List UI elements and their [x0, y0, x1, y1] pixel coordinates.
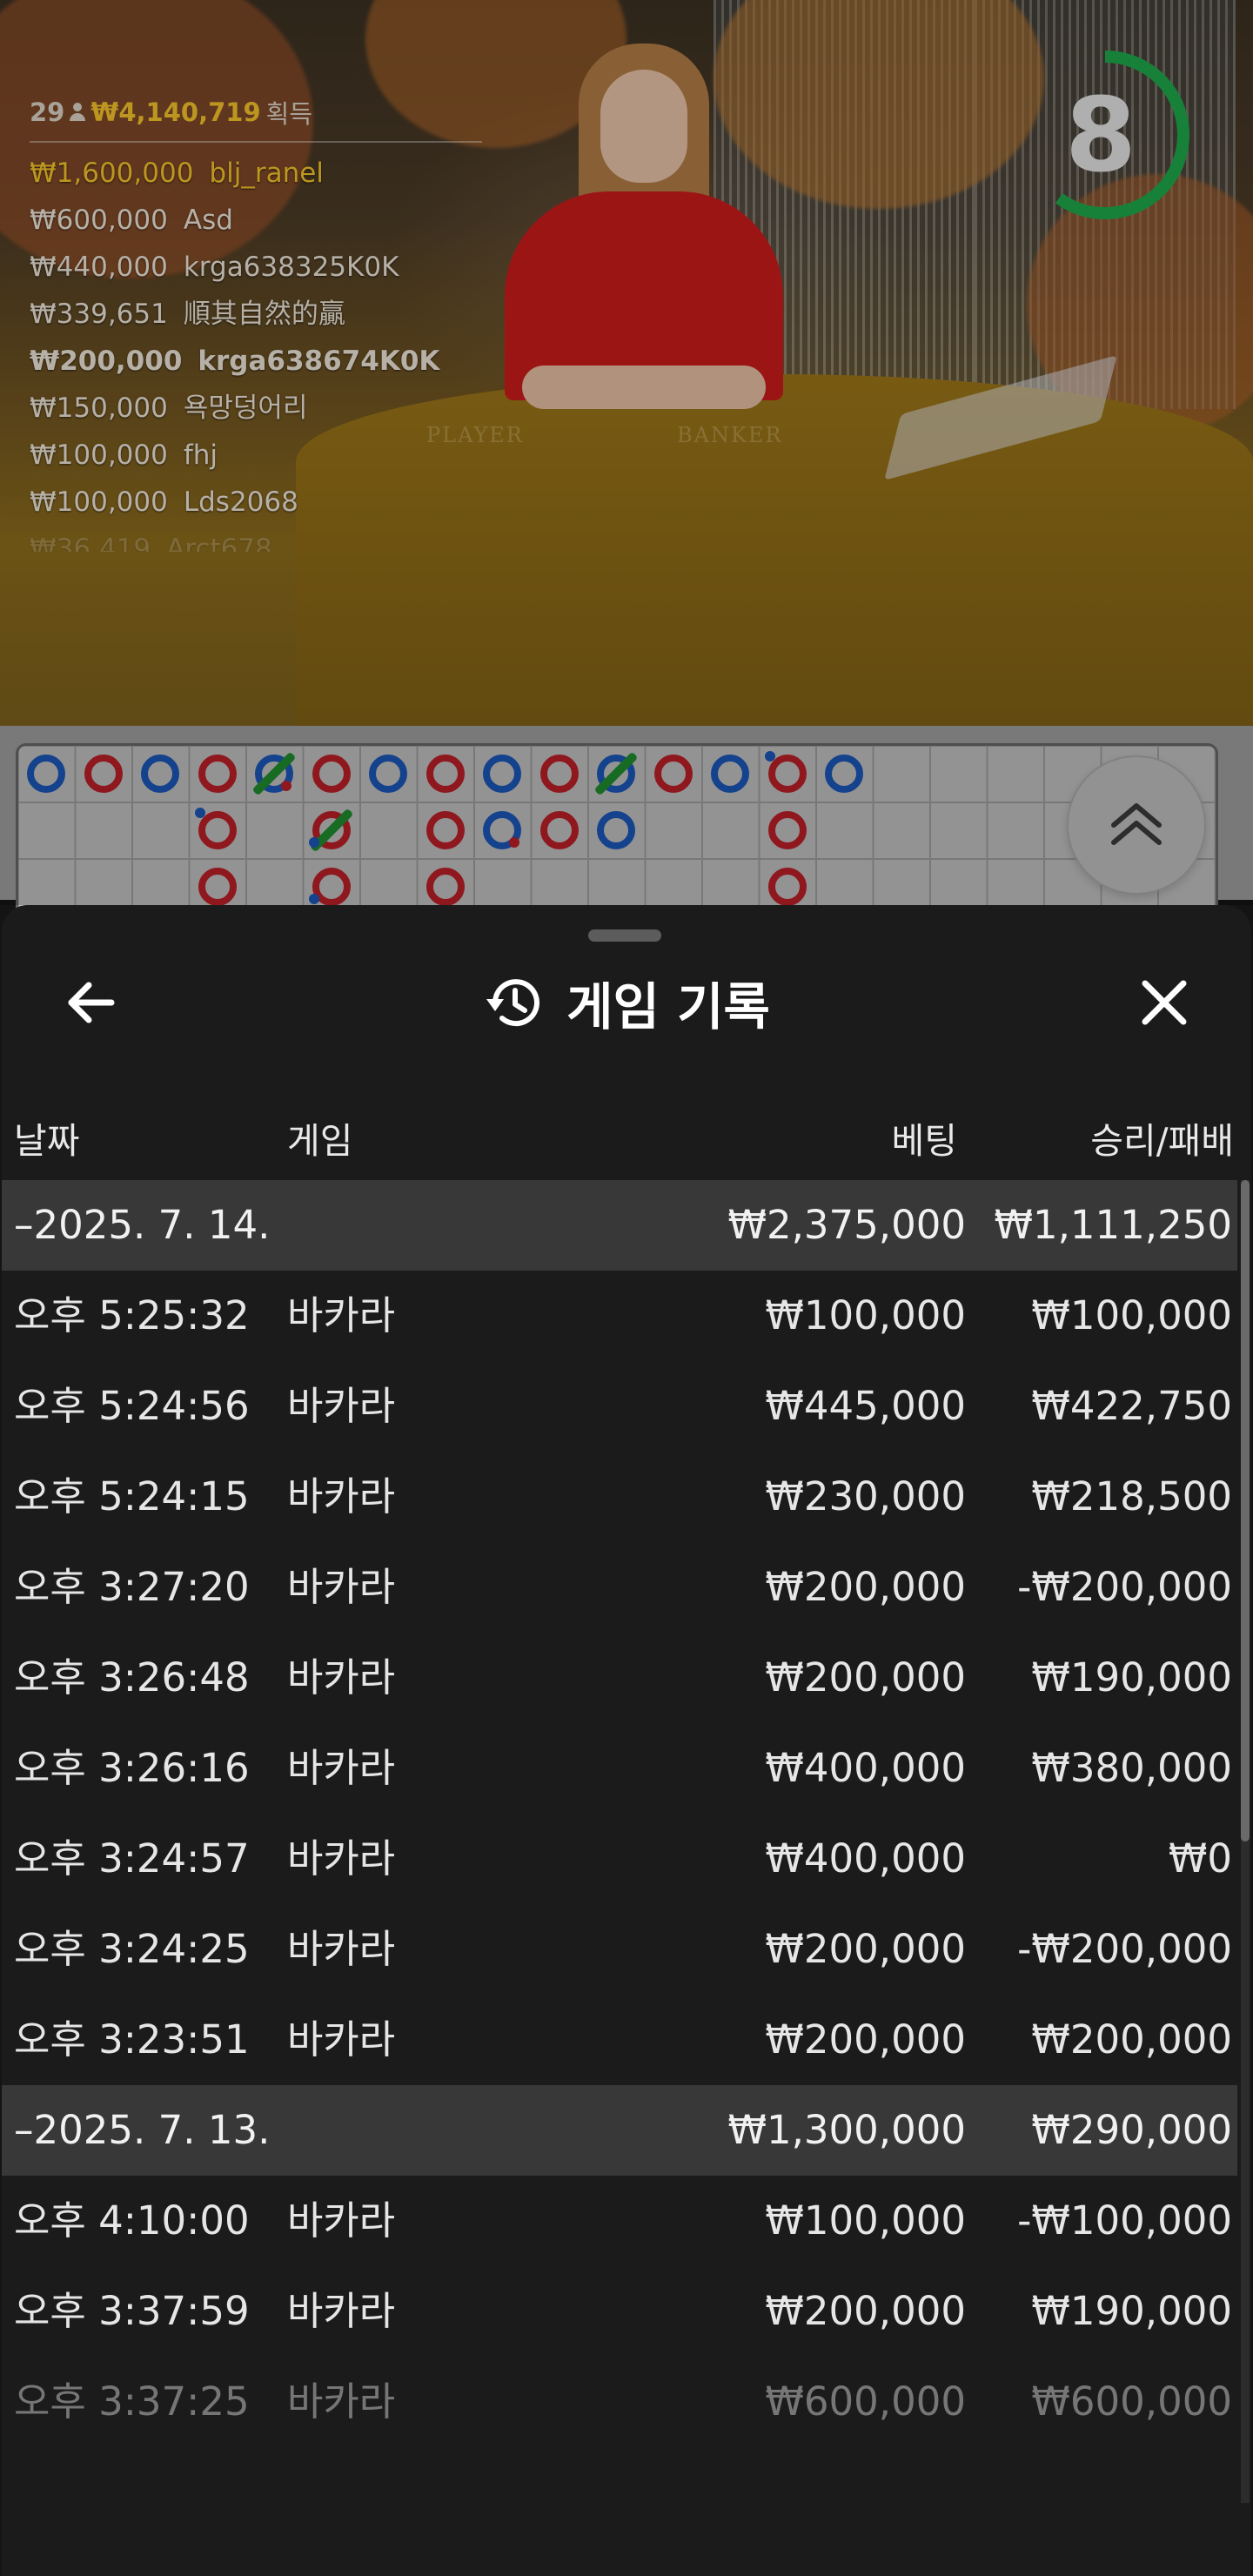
history-row[interactable]: 오후 3:24:57 바카라 ₩400,000 ₩0: [2, 1814, 1237, 1904]
history-row[interactable]: 오후 3:27:20 바카라 ₩200,000 -₩200,000: [2, 1542, 1237, 1633]
win-loss-amount: ₩190,000: [1031, 1654, 1232, 1701]
round-time: 오후 3:24:25: [14, 1926, 250, 1972]
back-button[interactable]: [54, 966, 127, 1039]
win-loss-amount: -₩100,000: [1017, 2197, 1232, 2244]
round-time: 오후 3:23:51: [14, 2016, 250, 2063]
game-name: 바카라: [287, 1654, 396, 1701]
history-row[interactable]: 오후 3:37:59 바카라 ₩200,000 ₩190,000: [2, 2266, 1237, 2357]
game-name: 바카라: [287, 2288, 396, 2334]
bet-amount: ₩100,000: [765, 1292, 966, 1338]
group-date: –2025. 7. 13.: [14, 2107, 271, 2153]
history-list[interactable]: –2025. 7. 14. ₩2,375,000 ₩1,111,250 오후 5:25…: [2, 1180, 1237, 2447]
bet-amount: ₩200,000: [765, 2016, 966, 2063]
column-game[interactable]: 게임: [287, 1110, 352, 1171]
column-result[interactable]: 승리/패배: [1090, 1110, 1234, 1171]
win-loss-amount: ₩100,000: [1031, 1292, 1232, 1338]
game-name: 바카라: [287, 1564, 396, 1610]
history-row[interactable]: 오후 5:25:32 바카라 ₩100,000 ₩100,000: [2, 1271, 1237, 1361]
round-time: 오후 3:26:48: [14, 1654, 250, 1701]
round-time: 오후 5:24:15: [14, 1473, 250, 1519]
bet-amount: ₩400,000: [765, 1745, 966, 1791]
game-name: 바카라: [287, 2197, 396, 2244]
bet-amount: ₩200,000: [765, 1564, 966, 1610]
close-icon: [1142, 980, 1187, 1025]
history-row[interactable]: 오후 3:23:51 바카라 ₩200,000 ₩200,000: [2, 1995, 1237, 2085]
arrow-left-icon: [68, 982, 115, 1023]
game-name: 바카라: [287, 1292, 396, 1338]
win-loss-amount: ₩380,000: [1031, 1745, 1232, 1791]
bet-amount: ₩100,000: [765, 2197, 966, 2244]
win-loss-amount: -₩200,000: [1017, 1926, 1232, 1972]
bet-amount: ₩445,000: [765, 1383, 966, 1429]
bet-amount: ₩230,000: [765, 1473, 966, 1519]
round-time: 오후 3:24:57: [14, 1835, 250, 1882]
game-history-sheet: 게임 기록 날짜 게임 베팅 승리/패배 –2025. 7. 14. ₩2,375…: [2, 905, 1251, 2576]
win-loss-amount: ₩218,500: [1031, 1473, 1232, 1519]
group-bet-total: ₩1,300,000: [727, 2107, 966, 2153]
modal-dim-overlay: [0, 0, 1253, 905]
win-loss-amount: ₩200,000: [1031, 2016, 1232, 2063]
group-result-total: ₩290,000: [1031, 2107, 1232, 2153]
win-loss-amount: ₩600,000: [1031, 2378, 1232, 2425]
bet-amount: ₩200,000: [765, 1654, 966, 1701]
group-bet-total: ₩2,375,000: [727, 1202, 966, 1248]
group-result-total: ₩1,111,250: [994, 1202, 1232, 1248]
bet-amount: ₩200,000: [765, 2288, 966, 2334]
bet-amount: ₩200,000: [765, 1926, 966, 1972]
bet-amount: ₩400,000: [765, 1835, 966, 1882]
round-time: 오후 5:25:32: [14, 1292, 250, 1338]
history-row[interactable]: 오후 3:26:48 바카라 ₩200,000 ₩190,000: [2, 1633, 1237, 1723]
round-time: 오후 3:37:59: [14, 2288, 250, 2334]
history-row[interactable]: 오후 5:24:56 바카라 ₩445,000 ₩422,750: [2, 1361, 1237, 1452]
game-name: 바카라: [287, 1473, 396, 1519]
scrollbar-thumb[interactable]: [1241, 1180, 1250, 1841]
sheet-drag-handle[interactable]: [588, 929, 661, 942]
win-loss-amount: -₩200,000: [1017, 1564, 1232, 1610]
history-table-header: 날짜 게임 베팅 승리/패배: [2, 1110, 1251, 1171]
game-name: 바카라: [287, 1926, 396, 1972]
round-time: 오후 4:10:00: [14, 2197, 250, 2244]
history-icon: [486, 979, 540, 1027]
history-scrollbar[interactable]: [1241, 1180, 1250, 2503]
game-name: 바카라: [287, 1835, 396, 1882]
sheet-header: 게임 기록: [2, 966, 1251, 1039]
bet-amount: ₩600,000: [765, 2378, 966, 2425]
round-time: 오후 5:24:56: [14, 1383, 250, 1429]
game-name: 바카라: [287, 2378, 396, 2425]
history-row[interactable]: 오후 5:24:15 바카라 ₩230,000 ₩218,500: [2, 1452, 1237, 1542]
game-name: 바카라: [287, 2016, 396, 2063]
win-loss-amount: ₩422,750: [1031, 1383, 1232, 1429]
date-group-header[interactable]: –2025. 7. 14. ₩2,375,000 ₩1,111,250: [2, 1180, 1237, 1271]
group-date: –2025. 7. 14.: [14, 1202, 271, 1248]
round-time: 오후 3:26:16: [14, 1745, 250, 1791]
history-row[interactable]: 오후 3:37:25 바카라 ₩600,000 ₩600,000: [2, 2357, 1237, 2447]
close-button[interactable]: [1128, 966, 1201, 1039]
round-time: 오후 3:27:20: [14, 1564, 250, 1610]
history-row[interactable]: 오후 4:10:00 바카라 ₩100,000 -₩100,000: [2, 2176, 1237, 2266]
win-loss-amount: ₩0: [1168, 1835, 1232, 1882]
win-loss-amount: ₩190,000: [1031, 2288, 1232, 2334]
game-name: 바카라: [287, 1383, 396, 1429]
date-group-header[interactable]: –2025. 7. 13. ₩1,300,000 ₩290,000: [2, 2085, 1237, 2176]
game-name: 바카라: [287, 1745, 396, 1791]
sheet-title: 게임 기록: [566, 977, 770, 1036]
history-row[interactable]: 오후 3:26:16 바카라 ₩400,000 ₩380,000: [2, 1723, 1237, 1814]
column-date[interactable]: 날짜: [14, 1110, 79, 1171]
history-row[interactable]: 오후 3:24:25 바카라 ₩200,000 -₩200,000: [2, 1904, 1237, 1995]
round-time: 오후 3:37:25: [14, 2378, 250, 2425]
column-bet[interactable]: 베팅: [892, 1110, 957, 1171]
